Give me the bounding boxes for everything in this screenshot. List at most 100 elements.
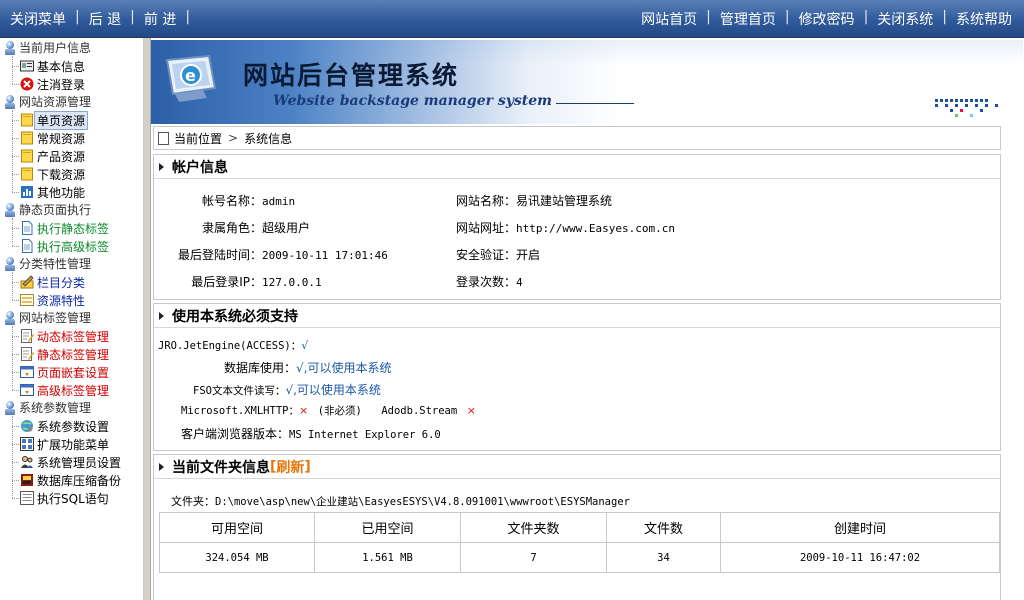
tree-item[interactable]: 资源特性 — [20, 291, 88, 309]
tree-item[interactable]: 页面嵌套设置 — [20, 363, 112, 381]
tree-item[interactable]: 栏目分类 — [20, 273, 88, 291]
tree-item-label: 单页资源 — [34, 110, 89, 130]
tree-item[interactable]: 基本信息 — [20, 57, 88, 75]
tree-group-label: 静态页面执行 — [19, 203, 92, 217]
tree-item[interactable]: 常规资源 — [20, 129, 88, 147]
page-icon — [20, 221, 34, 235]
forward-button[interactable]: 前 进 — [144, 9, 176, 29]
site-home-link[interactable]: 网站首页 — [641, 9, 697, 29]
tree-connector — [12, 326, 13, 390]
tree-group-label: 网站标签管理 — [19, 311, 92, 325]
banner-subtitle: Website backstage manager system — [273, 93, 552, 109]
main-content: e 网站后台管理系统 Website backstage manager sys… — [150, 38, 1024, 600]
tree-group[interactable]: 当前用户信息 — [4, 39, 91, 56]
close-system-link[interactable]: 关闭系统 — [877, 9, 933, 29]
tree-item[interactable]: 系统管理员设置 — [20, 453, 124, 471]
jro-label: JRO.JetEngine(ACCESS)： — [158, 340, 302, 352]
toolbar-left: 关闭菜单 | 后 退 | 前 进 | — [10, 9, 199, 29]
jro-value: √ — [301, 339, 309, 352]
tree-item[interactable]: 数据库压缩备份 — [20, 471, 124, 489]
tree-group[interactable]: 系统参数管理 — [4, 399, 91, 416]
tree-connector — [12, 272, 13, 300]
admin-home-link[interactable]: 管理首页 — [720, 9, 776, 29]
tree-group[interactable]: 网站资源管理 — [4, 93, 91, 110]
back-button[interactable]: 后 退 — [89, 9, 121, 29]
tree-item-label: 下载资源 — [37, 167, 86, 182]
column-header: 创建时间 — [720, 512, 1000, 543]
field-value: http://www.Easyes.com.cn — [516, 222, 675, 235]
field-value: 4 — [516, 276, 523, 289]
tree-connector — [12, 174, 19, 175]
column-header: 文件数 — [606, 512, 721, 543]
field-value: 2009-10-11 17:01:46 — [262, 249, 388, 262]
field-label: 隶属角色： — [201, 221, 262, 235]
database-icon — [20, 473, 34, 487]
folder-icon — [20, 167, 34, 181]
toolbar-right: 网站首页 | 管理首页 | 修改密码 | 关闭系统 | 系统帮助 — [641, 9, 1012, 29]
globe-gear-icon — [20, 419, 34, 433]
close-menu-button[interactable]: 关闭菜单 — [10, 9, 66, 29]
folder-path-value: D:\move\asp\new\企业建站\EasyesESYS\V4.8.091… — [215, 496, 630, 508]
field-value: 易讯建站管理系统 — [516, 194, 613, 208]
tree-item[interactable]: 注消登录 — [20, 75, 88, 93]
account-field: 帐号名称：admin — [154, 192, 295, 209]
folder-info-panel: 当前文件夹信息 [刷新] 文件夹：D:\move\asp\new\企业建站\Ea… — [153, 454, 1001, 600]
tree-item[interactable]: 系统参数设置 — [20, 417, 112, 435]
field-label: 网站名称： — [455, 194, 516, 208]
folder-icon — [20, 149, 34, 163]
folder-count-cell: 7 — [460, 542, 607, 573]
pencil-icon — [20, 275, 34, 289]
tree-connector — [12, 218, 13, 246]
xmlhttp-value: × — [298, 404, 309, 417]
tree-connector — [12, 372, 19, 373]
tree-item[interactable]: 产品资源 — [20, 147, 88, 165]
tree-group[interactable]: 静态页面执行 — [4, 201, 91, 218]
tree-item[interactable]: 扩展功能菜单 — [20, 435, 112, 453]
tree-item[interactable]: 执行SQL语句 — [20, 489, 112, 507]
browser-value: MS Internet Explorer 6.0 — [289, 429, 441, 441]
form-icon — [20, 293, 34, 307]
system-requirements-header[interactable]: 使用本系统必须支持 — [154, 304, 1000, 328]
chevron-right-icon: > — [228, 131, 239, 145]
tree-item[interactable]: 高级标签管理 — [20, 381, 112, 399]
folder-icon — [20, 131, 34, 145]
tree-item-label: 页面嵌套设置 — [37, 365, 110, 380]
breadcrumb-current: 系统信息 — [244, 131, 293, 146]
tree-group[interactable]: 网站标签管理 — [4, 309, 91, 326]
tree-item[interactable]: 静态标签管理 — [20, 345, 112, 363]
tree-connector — [12, 156, 19, 157]
tree-connector — [12, 426, 19, 427]
field-value: admin — [262, 195, 296, 208]
tree-connector — [12, 462, 19, 463]
user-group-icon — [4, 202, 16, 217]
toolbar-separator: | — [784, 9, 790, 25]
list-pencil-icon — [20, 329, 34, 343]
account-field: 最后登录IP：127.0.0.1 — [154, 273, 321, 290]
bracket-close: ] — [304, 458, 311, 475]
id-card-icon — [20, 59, 34, 73]
tree-group[interactable]: 分类特性管理 — [4, 255, 91, 272]
sidebar-tree: 当前用户信息 基本信息 注消登录 网站资源管理 单页资源 常规资源 产品资源下载资源 其他功能… — [0, 38, 144, 600]
system-help-link[interactable]: 系统帮助 — [956, 9, 1012, 29]
column-header: 已用空间 — [314, 512, 461, 543]
tree-group-label: 系统参数管理 — [19, 401, 92, 415]
window-icon — [20, 383, 34, 397]
toolbar-separator: | — [863, 9, 869, 25]
tree-item[interactable]: 动态标签管理 — [20, 327, 112, 345]
xmlhttp-label: Microsoft.XMLHTTP： — [181, 405, 299, 417]
tree-item[interactable]: 单页资源 — [20, 110, 89, 130]
tree-item[interactable]: 执行静态标签 — [20, 219, 112, 237]
page-icon — [20, 239, 34, 253]
tree-item[interactable]: 执行高级标签 — [20, 237, 112, 255]
tree-item[interactable]: 其他功能 — [20, 183, 88, 201]
logout-x-icon — [20, 77, 34, 91]
change-password-link[interactable]: 修改密码 — [799, 9, 855, 29]
account-field: 安全验证：开启 — [448, 246, 540, 263]
tree-connector — [12, 192, 19, 193]
browser-label: 客户端浏览器版本： — [181, 427, 290, 441]
tree-item[interactable]: 下载资源 — [20, 165, 88, 183]
field-label: 安全验证： — [455, 248, 516, 262]
page-icon — [158, 131, 169, 145]
account-info-header[interactable]: 帐户信息 — [154, 155, 1000, 179]
refresh-link[interactable]: 刷新 — [276, 457, 304, 477]
